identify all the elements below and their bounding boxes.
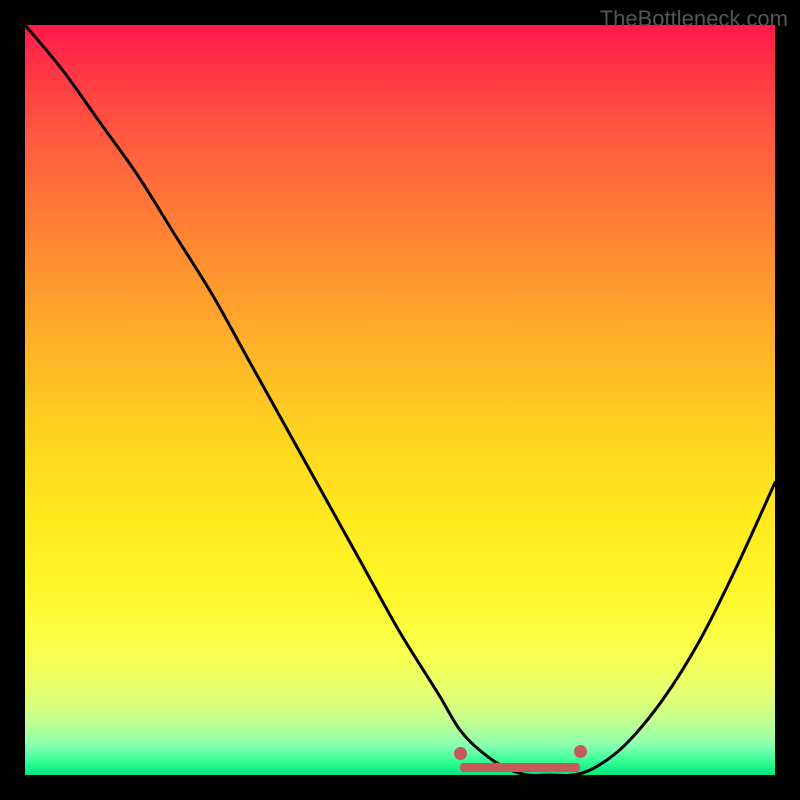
optimal-bar [460,763,580,772]
bottleneck-curve [25,25,775,775]
plot-area [25,25,775,775]
optimal-dot-left [454,747,467,760]
optimal-dot-right [574,745,587,758]
watermark-text: TheBottleneck.com [600,6,788,32]
